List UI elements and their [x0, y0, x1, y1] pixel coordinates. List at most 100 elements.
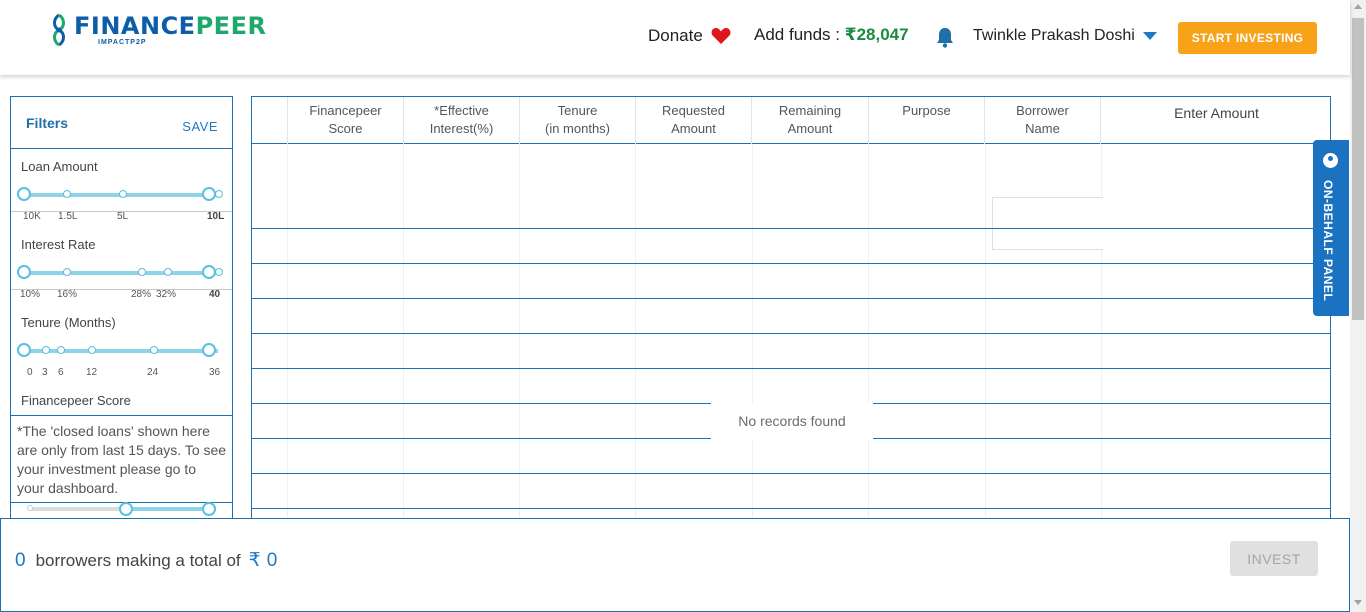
column-header-purpose[interactable]: Purpose [869, 97, 985, 144]
table-row [252, 298, 1330, 299]
invest-summary: 0 borrowers making a total of ₹ 0 [15, 549, 277, 572]
slider-tick: 1.5L [58, 211, 78, 222]
slider-step-dot [215, 268, 223, 276]
interest-rate-max-handle[interactable] [202, 265, 216, 279]
interest-rate-min-handle[interactable] [17, 265, 31, 279]
user-circle-icon [1323, 153, 1338, 168]
tenure-max-handle[interactable] [202, 343, 216, 357]
slider-tick: 10K [23, 211, 41, 222]
table-row [252, 228, 1330, 229]
user-menu[interactable]: Twinkle Prakash Doshi [973, 27, 1157, 45]
invest-summary-bar: 0 borrowers making a total of ₹ 0 INVEST [0, 518, 1350, 612]
slider-tick: 10% [20, 289, 41, 300]
filters-header: Filters SAVE [11, 97, 232, 149]
slider-step-dot [215, 190, 223, 198]
slider-step-dot [63, 190, 71, 198]
slider-tick: 32% [156, 289, 177, 300]
heart-icon [711, 28, 731, 44]
score-min-handle[interactable] [119, 502, 133, 516]
filters-panel: Filters SAVE Loan Amount 10K 1.5L 5L 10L… [10, 96, 233, 526]
scroll-up-arrow-icon[interactable] [1354, 4, 1362, 9]
table-row [252, 333, 1330, 334]
slider-tick: 10L [207, 211, 225, 222]
borrower-count: 0 [15, 550, 26, 571]
user-name: Twinkle Prakash Doshi [973, 27, 1135, 44]
page-scrollbar[interactable] [1350, 0, 1366, 612]
column-divider [635, 144, 636, 525]
tenure-min-handle[interactable] [17, 343, 31, 357]
slider-tick: 24 [147, 367, 159, 378]
summary-text: borrowers making a total of [35, 551, 241, 570]
slider-step-dot [57, 346, 65, 354]
column-divider [985, 144, 986, 525]
column-divider [287, 144, 288, 525]
top-header: FINANCEPEER IMPACTP2P Donate Add funds :… [0, 0, 1350, 75]
total-amount: 0 [266, 550, 278, 571]
add-funds-label: Add funds : [754, 25, 841, 44]
slider-step-dot [138, 268, 146, 276]
column-header-remaining[interactable]: Remaining Amount [752, 97, 869, 144]
score-max-handle[interactable] [202, 502, 216, 516]
slider-step-dot [150, 346, 158, 354]
tenure-slider-track[interactable] [25, 349, 218, 353]
on-behalf-panel-tab[interactable]: ON-BEHALF PANEL [1313, 140, 1349, 316]
interest-rate-filter: Interest Rate 10% 16% 28% 32% 40 [11, 227, 232, 305]
bell-icon[interactable] [935, 26, 955, 48]
logo-mark-icon [53, 13, 65, 47]
slider-tick: 3 [42, 367, 48, 378]
divider [11, 289, 232, 290]
table-row [252, 368, 1330, 369]
filter-label: Tenure (Months) [21, 315, 116, 330]
table-row [252, 508, 1330, 509]
start-investing-button[interactable]: START INVESTING [1178, 22, 1317, 54]
column-header-interest[interactable]: *Effective Interest(%) [404, 97, 520, 144]
donate-link[interactable]: Donate [648, 26, 731, 46]
column-header-requested[interactable]: Requested Amount [636, 97, 752, 144]
rupee-icon: ₹ [248, 550, 261, 571]
column-header-select [252, 97, 288, 144]
slider-step-dot [164, 268, 172, 276]
table-body: No records found [252, 144, 1330, 525]
tenure-filter: Tenure (Months) 0 3 6 12 24 36 [11, 305, 232, 383]
slider-tick: 5L [117, 211, 129, 222]
filters-title: Filters [26, 115, 69, 131]
logo-subtitle: IMPACTP2P [98, 39, 147, 46]
column-header-tenure[interactable]: Tenure (in months) [520, 97, 636, 144]
slider-step-dot [63, 268, 71, 276]
loan-amount-min-handle[interactable] [17, 187, 31, 201]
amount-input-placeholder[interactable] [992, 197, 1103, 250]
table-row [252, 473, 1330, 474]
slider-tick: 28% [131, 289, 152, 300]
scrollbar-thumb[interactable] [1352, 18, 1364, 320]
financepeer-logo[interactable]: FINANCEPEER IMPACTP2P [50, 13, 266, 47]
slider-tick: 36 [209, 367, 221, 378]
chevron-down-icon [1142, 32, 1157, 40]
slider-step-dot [42, 346, 50, 354]
donate-label: Donate [648, 26, 703, 45]
column-header-score[interactable]: Financepeer Score [288, 97, 404, 144]
loans-table: Financepeer Score *Effective Interest(%)… [251, 96, 1331, 526]
column-divider [752, 144, 753, 525]
add-funds-amount: ₹28,047 [844, 25, 909, 44]
interest-rate-slider-track[interactable] [25, 271, 218, 275]
add-funds-link[interactable]: Add funds : ₹28,047 [754, 25, 909, 45]
slider-tick: 40 [209, 289, 221, 300]
slider-step-dot [88, 346, 96, 354]
save-filters-button[interactable]: SAVE [182, 119, 218, 134]
column-divider [519, 144, 520, 525]
scroll-down-arrow-icon[interactable] [1354, 600, 1362, 605]
table-header: Financepeer Score *Effective Interest(%)… [252, 97, 1330, 144]
invest-button[interactable]: INVEST [1230, 541, 1318, 576]
column-header-borrower[interactable]: Borrower Name [985, 97, 1101, 144]
loan-amount-max-handle[interactable] [202, 187, 216, 201]
no-records-message: No records found [711, 403, 873, 439]
loan-amount-filter: Loan Amount 10K 1.5L 5L 10L [11, 149, 232, 227]
slider-tick: 0 [27, 367, 33, 378]
logo-text-finance: FINANCE [74, 12, 196, 40]
closed-loans-note: *The 'closed loans' shown here are only … [11, 415, 232, 503]
logo-text-peer: PEER [195, 12, 267, 40]
slider-step-dot [27, 505, 33, 511]
slider-tick: 12 [86, 367, 98, 378]
slider-tick: 16% [57, 289, 78, 300]
column-divider [403, 144, 404, 525]
